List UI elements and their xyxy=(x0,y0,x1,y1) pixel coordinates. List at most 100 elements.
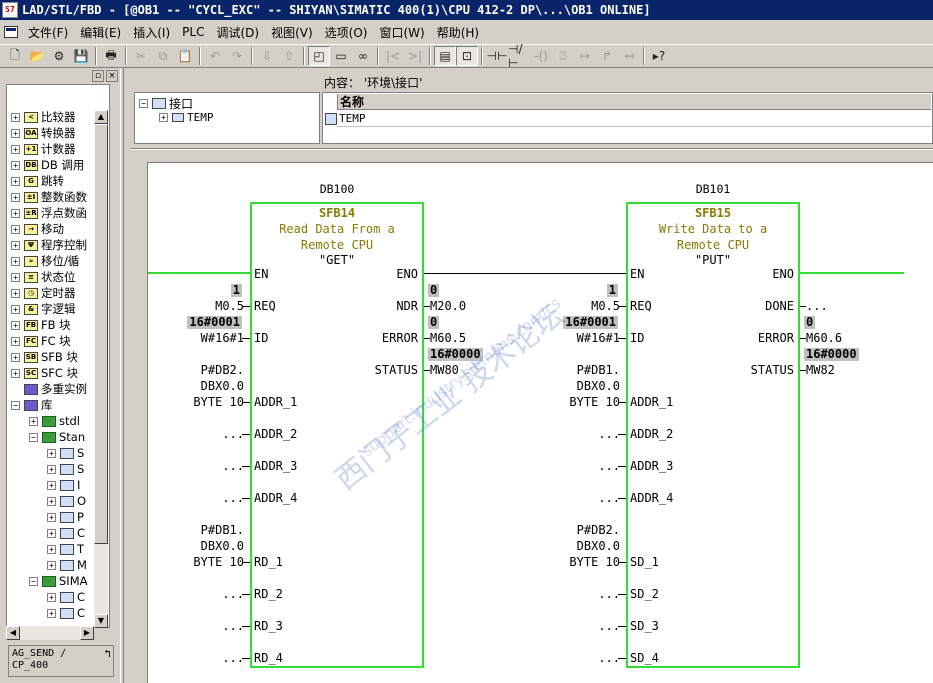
interface-row[interactable]: TEMP xyxy=(337,111,931,127)
column-header-name[interactable]: 名称 xyxy=(337,94,931,110)
tree-item[interactable]: + FC FC 块 xyxy=(11,333,71,349)
tree-item[interactable]: − Stan xyxy=(29,429,85,445)
actual-parameter[interactable]: BYTE 10 xyxy=(193,555,244,569)
download-icon[interactable]: ⇩ xyxy=(256,46,278,66)
expand-icon[interactable]: + xyxy=(11,304,20,314)
scroll-left-icon[interactable]: ◀ xyxy=(6,626,20,640)
paste-icon[interactable]: 📋 xyxy=(174,46,196,66)
scroll-down-icon[interactable]: ▼ xyxy=(94,614,108,628)
interface-root[interactable]: − 接口 xyxy=(139,95,193,112)
function-block[interactable]: SFB14 Read Data From a Remote CPU "GET" EN EN… xyxy=(250,202,424,668)
expand-icon[interactable]: + xyxy=(11,208,20,218)
redo-icon[interactable]: ↷ xyxy=(226,46,248,66)
tree-item[interactable]: + S xyxy=(47,445,84,461)
copy-icon[interactable]: ⧉ xyxy=(152,46,174,66)
actual-parameter[interactable]: M0.5 xyxy=(215,299,244,313)
nc-contact-symbol-icon[interactable]: ⊣/⊢ xyxy=(508,42,530,70)
actual-parameter[interactable]: P#DB2. xyxy=(577,523,620,537)
actual-parameter[interactable]: ... xyxy=(222,427,244,441)
expand-icon[interactable]: + xyxy=(47,592,56,602)
actual-parameter[interactable]: P#DB2. xyxy=(201,363,244,377)
actual-parameter[interactable]: ... xyxy=(806,299,828,313)
expand-icon[interactable]: + xyxy=(159,113,168,122)
tree-item[interactable]: − SIMA xyxy=(29,573,87,589)
actual-parameter[interactable]: ... xyxy=(222,491,244,505)
tree-item[interactable]: + P xyxy=(47,509,84,525)
scroll-thumb[interactable] xyxy=(94,124,108,544)
nc-contact-icon[interactable]: >| xyxy=(404,46,426,66)
expand-icon[interactable]: + xyxy=(29,416,38,426)
expand-icon[interactable]: + xyxy=(11,128,20,138)
new-icon[interactable]: 🗋 xyxy=(4,46,26,66)
tree-item[interactable]: + < 比较器 xyxy=(11,109,76,125)
expand-icon[interactable]: + xyxy=(47,544,56,554)
open-branch-icon[interactable]: ↱ xyxy=(596,46,618,66)
jump-icon[interactable]: |< xyxy=(382,46,404,66)
expand-icon[interactable]: + xyxy=(47,464,56,474)
no-contact-icon[interactable]: ⊣⊢ xyxy=(486,46,508,66)
actual-parameter[interactable]: ... xyxy=(222,619,244,633)
tree-item[interactable]: + SC SFC 块 xyxy=(11,365,78,381)
expand-icon[interactable]: + xyxy=(11,336,20,346)
tree-item[interactable]: + stdl xyxy=(29,413,80,429)
close-icon[interactable]: × xyxy=(106,70,118,82)
tree-item[interactable]: + C xyxy=(47,605,85,621)
monitor-icon[interactable]: ◰ xyxy=(308,46,330,66)
actual-parameter[interactable]: DBX0.0 xyxy=(577,539,620,553)
expand-icon[interactable]: + xyxy=(47,512,56,522)
tree-item[interactable]: + FB FB 块 xyxy=(11,317,71,333)
scroll-up-icon[interactable]: ▲ xyxy=(94,110,108,124)
expand-icon[interactable]: + xyxy=(47,528,56,538)
actual-parameter[interactable]: BYTE 10 xyxy=(193,395,244,409)
save-icon[interactable]: 💾 xyxy=(70,46,92,66)
menu-view[interactable]: 视图(V) xyxy=(265,24,319,41)
zoom-icon[interactable]: ⊡ xyxy=(456,46,478,66)
document-window-icon[interactable] xyxy=(4,26,18,38)
actual-parameter[interactable]: ... xyxy=(598,459,620,473)
pane-splitter[interactable] xyxy=(131,148,933,150)
overview-toggle-icon[interactable]: ▤ xyxy=(434,46,456,66)
interface-temp[interactable]: + TEMP xyxy=(159,111,214,124)
tree-item[interactable]: + +1 计数器 xyxy=(11,141,76,157)
coil-icon[interactable]: -() xyxy=(530,46,552,66)
expand-icon[interactable]: + xyxy=(11,288,20,298)
expand-icon[interactable]: + xyxy=(11,176,20,186)
collapse-icon[interactable]: − xyxy=(29,432,38,442)
actual-parameter[interactable]: DBX0.0 xyxy=(577,379,620,393)
menu-debug[interactable]: 调试(D) xyxy=(210,24,265,41)
function-block[interactable]: SFB15 Write Data to a Remote CPU "PUT" EN ENO… xyxy=(626,202,800,668)
tree-item[interactable]: + Ψ 程序控制 xyxy=(11,237,87,253)
tree-item[interactable]: + SB SFB 块 xyxy=(11,349,78,365)
expand-icon[interactable]: + xyxy=(11,160,20,170)
actual-parameter[interactable]: ... xyxy=(598,619,620,633)
tree-item[interactable]: + ◷ 定时器 xyxy=(11,285,76,301)
box-icon[interactable]: ⍰ xyxy=(552,46,574,66)
expand-icon[interactable]: + xyxy=(47,480,56,490)
help-icon[interactable]: ▸? xyxy=(648,46,670,66)
tree-item[interactable]: + S xyxy=(47,461,84,477)
cut-icon[interactable]: ✂ xyxy=(130,46,152,66)
branch-icon[interactable]: ↦ xyxy=(574,46,596,66)
tree-item[interactable]: + T xyxy=(47,541,84,557)
actual-parameter[interactable]: ... xyxy=(222,459,244,473)
actual-parameter[interactable]: M60.5 xyxy=(430,331,466,345)
actual-parameter[interactable]: ... xyxy=(598,427,620,441)
actual-parameter[interactable]: W#16#1 xyxy=(201,331,244,345)
menu-options[interactable]: 选项(O) xyxy=(319,24,374,41)
actual-parameter[interactable]: BYTE 10 xyxy=(569,395,620,409)
menu-file[interactable]: 文件(F) xyxy=(22,24,74,41)
tree-item[interactable]: + → 移动 xyxy=(11,221,64,237)
collapse-icon[interactable]: − xyxy=(11,400,20,410)
tree-vertical-scrollbar[interactable]: ▲ ▼ xyxy=(94,110,108,628)
expand-icon[interactable]: + xyxy=(47,448,56,458)
actual-parameter[interactable]: W#16#1 xyxy=(577,331,620,345)
accessible-nodes-icon[interactable]: ⚙ xyxy=(48,46,70,66)
scroll-right-icon[interactable]: ▶ xyxy=(80,626,94,640)
undo-icon[interactable]: ↶ xyxy=(204,46,226,66)
tree-item[interactable]: + ±R 浮点数函 xyxy=(11,205,87,221)
tree-horizontal-scrollbar[interactable]: ◀ ▶ xyxy=(6,626,94,640)
actual-parameter[interactable]: ... xyxy=(598,587,620,601)
expand-icon[interactable]: + xyxy=(47,496,56,506)
expand-icon[interactable]: + xyxy=(11,320,20,330)
actual-parameter[interactable]: M20.0 xyxy=(430,299,466,313)
